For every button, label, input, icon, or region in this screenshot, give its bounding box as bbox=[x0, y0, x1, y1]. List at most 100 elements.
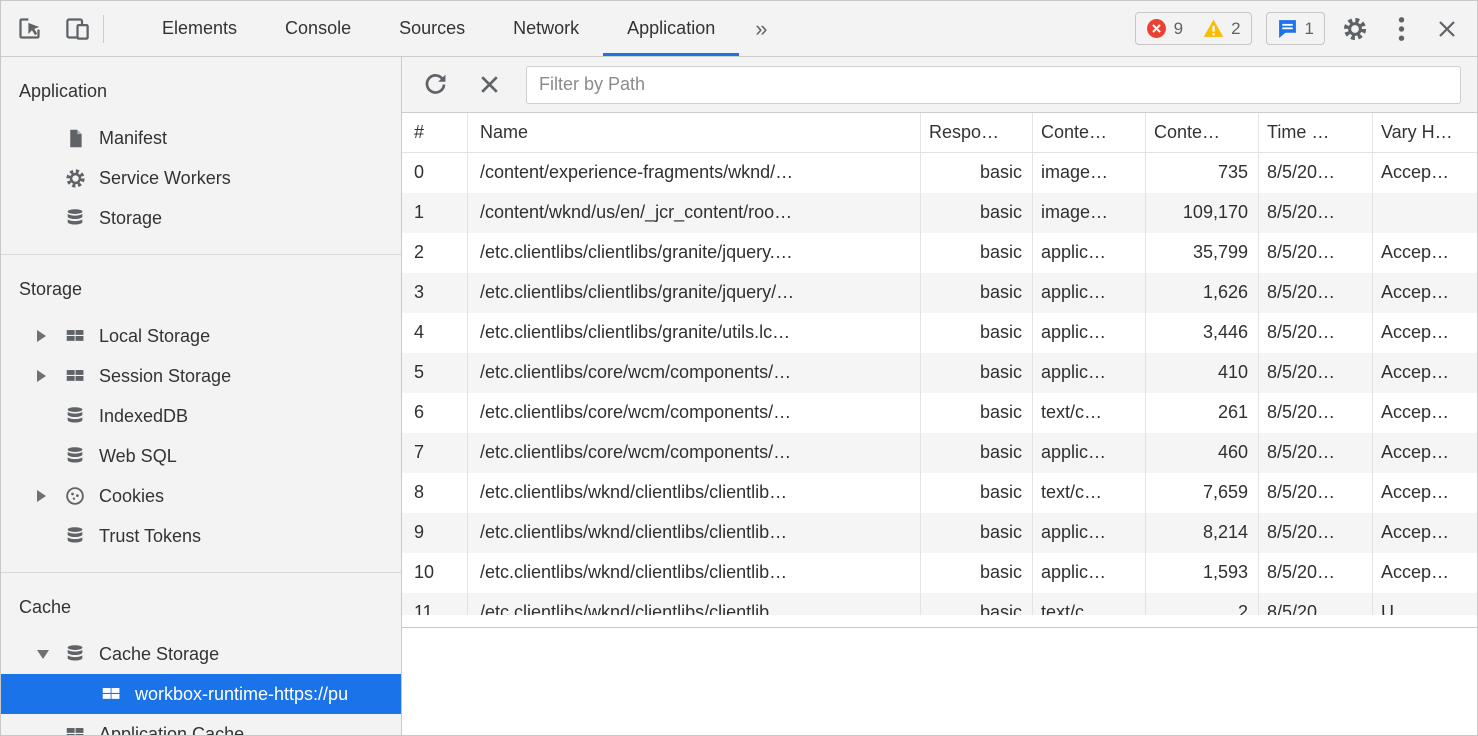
collapse-arrow-icon[interactable] bbox=[37, 650, 49, 659]
issues-icon bbox=[1277, 18, 1298, 39]
table-cell: /etc.clientlibs/wknd/clientlibs/clientli… bbox=[468, 513, 921, 553]
table-row[interactable]: 1/content/wknd/us/en/_jcr_content/roo…ba… bbox=[402, 193, 1477, 233]
table-row[interactable]: 4/etc.clientlibs/clientlibs/granite/util… bbox=[402, 313, 1477, 353]
table-cell: 8/5/20… bbox=[1259, 553, 1373, 593]
table-cell: basic bbox=[921, 313, 1033, 353]
table-cell: 460 bbox=[1146, 433, 1259, 473]
table-cell: basic bbox=[921, 193, 1033, 233]
more-options-icon[interactable] bbox=[1385, 13, 1417, 45]
error-icon bbox=[1146, 18, 1167, 39]
table-row[interactable]: 5/etc.clientlibs/core/wcm/components/…ba… bbox=[402, 353, 1477, 393]
sidebar-item-session-storage[interactable]: Session Storage bbox=[1, 356, 401, 396]
table-cell: text/c… bbox=[1033, 393, 1146, 433]
column-header[interactable]: # bbox=[402, 113, 468, 153]
settings-gear-icon[interactable] bbox=[1339, 13, 1371, 45]
table-row[interactable]: 10/etc.clientlibs/wknd/clientlibs/client… bbox=[402, 553, 1477, 593]
sidebar-section-cache: Cache Cache Storage bbox=[1, 573, 401, 735]
column-header[interactable]: Respo… bbox=[921, 113, 1033, 153]
table-cell: 10 bbox=[402, 553, 468, 593]
sidebar-item-cache-storage[interactable]: Cache Storage bbox=[1, 634, 401, 674]
table-cell: U… bbox=[1373, 593, 1477, 615]
sidebar-item-application-cache[interactable]: Application Cache bbox=[1, 714, 401, 735]
item-label: workbox-runtime-https://pu bbox=[135, 684, 348, 705]
preview-pane bbox=[402, 627, 1477, 735]
devtools-toolbar: Elements Console Sources Network Applica… bbox=[1, 1, 1477, 57]
table-row[interactable]: 6/etc.clientlibs/core/wcm/components/…ba… bbox=[402, 393, 1477, 433]
sidebar-item-manifest[interactable]: Manifest bbox=[1, 118, 401, 158]
table-cell: /etc.clientlibs/core/wcm/components/… bbox=[468, 393, 921, 433]
table-cell: 8/5/20… bbox=[1259, 473, 1373, 513]
expand-arrow-icon[interactable] bbox=[37, 370, 46, 382]
column-header[interactable]: Name bbox=[468, 113, 921, 153]
table-cell: 410 bbox=[1146, 353, 1259, 393]
table-row[interactable]: 8/etc.clientlibs/wknd/clientlibs/clientl… bbox=[402, 473, 1477, 513]
column-header[interactable]: Vary H… bbox=[1373, 113, 1477, 153]
table-cell: 0 bbox=[402, 153, 468, 193]
table-cell: 8/5/20… bbox=[1259, 393, 1373, 433]
sidebar-item-web-sql[interactable]: Web SQL bbox=[1, 436, 401, 476]
tab-sources[interactable]: Sources bbox=[375, 1, 489, 56]
table-cell: 735 bbox=[1146, 153, 1259, 193]
tab-elements[interactable]: Elements bbox=[138, 1, 261, 56]
database-icon bbox=[63, 524, 87, 548]
item-label: Trust Tokens bbox=[99, 526, 201, 547]
table-cell bbox=[1373, 193, 1477, 233]
table-cell: basic bbox=[921, 593, 1033, 615]
more-tabs-button[interactable]: » bbox=[739, 1, 783, 56]
sidebar-item-service-workers[interactable]: Service Workers bbox=[1, 158, 401, 198]
sidebar-item-cookies[interactable]: Cookies bbox=[1, 476, 401, 516]
table-cell: 1,593 bbox=[1146, 553, 1259, 593]
console-errors-warnings-badge[interactable]: 9 2 bbox=[1135, 12, 1252, 45]
issues-badge[interactable]: 1 bbox=[1266, 12, 1325, 45]
issues-count: 1 bbox=[1305, 19, 1314, 39]
device-toolbar-icon[interactable] bbox=[61, 13, 93, 45]
table-cell: 8,214 bbox=[1146, 513, 1259, 553]
expand-arrow-icon[interactable] bbox=[37, 330, 46, 342]
table-row[interactable]: 9/etc.clientlibs/wknd/clientlibs/clientl… bbox=[402, 513, 1477, 553]
tab-application[interactable]: Application bbox=[603, 1, 739, 56]
item-label: Cache Storage bbox=[99, 644, 219, 665]
table-cell: 8/5/20… bbox=[1259, 513, 1373, 553]
table-cell: 11 bbox=[402, 593, 468, 615]
grid-icon bbox=[99, 682, 123, 706]
panel-tabs: Elements Console Sources Network Applica… bbox=[138, 1, 783, 56]
table-cell: 1 bbox=[402, 193, 468, 233]
table-cell: 8/5/20… bbox=[1259, 353, 1373, 393]
column-header[interactable]: Time … bbox=[1259, 113, 1373, 153]
table-cell: applic… bbox=[1033, 353, 1146, 393]
column-header[interactable]: Conte… bbox=[1033, 113, 1146, 153]
table-cell: Accep… bbox=[1373, 393, 1477, 433]
close-devtools-icon[interactable] bbox=[1431, 13, 1463, 45]
clear-icon[interactable] bbox=[472, 68, 506, 102]
table-cell: basic bbox=[921, 393, 1033, 433]
table-cell: applic… bbox=[1033, 513, 1146, 553]
table-cell: 109,170 bbox=[1146, 193, 1259, 233]
expand-arrow-icon[interactable] bbox=[37, 490, 46, 502]
table-row[interactable]: 3/etc.clientlibs/clientlibs/granite/jque… bbox=[402, 273, 1477, 313]
table-cell: 8/5/20… bbox=[1259, 593, 1373, 615]
section-title: Application bbox=[1, 57, 401, 118]
sidebar-item-trust-tokens[interactable]: Trust Tokens bbox=[1, 516, 401, 556]
filter-input[interactable] bbox=[526, 66, 1461, 104]
table-cell: image… bbox=[1033, 193, 1146, 233]
table-cell: Accep… bbox=[1373, 313, 1477, 353]
resource-table: #NameRespo…Conte…Conte…Time …Vary H… 0/c… bbox=[402, 113, 1477, 615]
devtools-content: Application Manifest bbox=[1, 57, 1477, 735]
table-cell: /content/wknd/us/en/_jcr_content/roo… bbox=[468, 193, 921, 233]
refresh-icon[interactable] bbox=[418, 68, 452, 102]
column-header[interactable]: Conte… bbox=[1146, 113, 1259, 153]
sidebar-item-storage[interactable]: Storage bbox=[1, 198, 401, 238]
tab-console[interactable]: Console bbox=[261, 1, 375, 56]
table-row[interactable]: 0/content/experience-fragments/wknd/…bas… bbox=[402, 153, 1477, 193]
sidebar-item-local-storage[interactable]: Local Storage bbox=[1, 316, 401, 356]
table-row[interactable]: 2/etc.clientlibs/clientlibs/granite/jque… bbox=[402, 233, 1477, 273]
sidebar-item-indexeddb[interactable]: IndexedDB bbox=[1, 396, 401, 436]
table-cell: 8/5/20… bbox=[1259, 273, 1373, 313]
cache-toolbar bbox=[402, 57, 1477, 113]
inspect-element-icon[interactable] bbox=[13, 13, 45, 45]
table-row[interactable]: 11/etc.clientlibs/wknd/clientlibs/client… bbox=[402, 593, 1477, 615]
sidebar-item-workbox-cache[interactable]: workbox-runtime-https://pu bbox=[1, 674, 401, 714]
tab-network[interactable]: Network bbox=[489, 1, 603, 56]
table-row[interactable]: 7/etc.clientlibs/core/wcm/components/…ba… bbox=[402, 433, 1477, 473]
table-cell: 2 bbox=[1146, 593, 1259, 615]
